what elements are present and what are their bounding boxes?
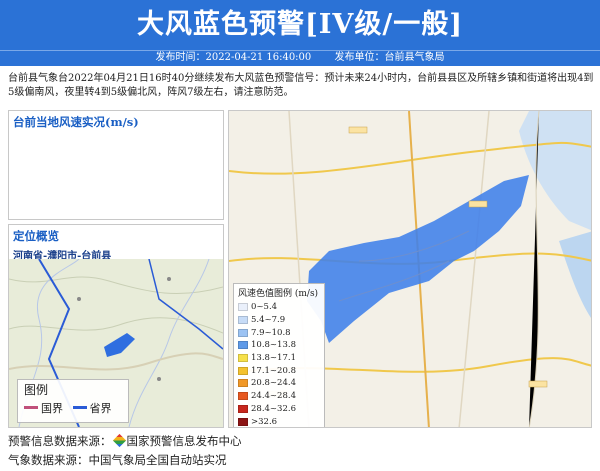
wind-legend-swatch (238, 316, 248, 325)
wind-speed-panel-title: 台前当地风速实况(m/s) (13, 115, 139, 129)
wind-legend-label: >32.6 (251, 416, 278, 427)
wind-legend-label: 7.9~10.8 (251, 327, 291, 338)
footer-weather-source: 气象数据来源：中国气象局全国自动站实况 (8, 453, 227, 467)
country-border-swatch (24, 406, 38, 409)
province-border-swatch (72, 406, 87, 409)
wind-legend-swatch (238, 404, 248, 413)
publish-info-bar: 发布时间：2022-04-21 16:40:00 发布单位：台前县气象局 (0, 50, 600, 66)
legend-label-province-border: 省界 (89, 401, 112, 415)
wind-legend-swatch (238, 392, 248, 401)
release-center-logo-icon (112, 433, 126, 448)
wind-legend-label: 28.4~32.6 (251, 403, 296, 414)
publisher: 发布单位：台前县气象局 (334, 52, 445, 63)
wind-legend-swatch (238, 366, 248, 375)
wind-legend-row: 20.8~24.4 (238, 377, 320, 390)
warning-description: 台前县气象台2022年04月21日16时40分继续发布大风蓝色预警信号：预计未来… (8, 73, 594, 98)
wind-legend-label: 20.8~24.4 (251, 378, 296, 389)
county-wind-map[interactable]: 风速色值图例 (m/s) 0~5.4 5.4~7.9 7.9~10.8 10.8~13… (228, 110, 592, 428)
wind-legend-row: 17.1~20.8 (238, 364, 320, 377)
location-overview-title: 定位概览 (13, 229, 59, 243)
legend-label-country-border: 国界 (41, 401, 63, 415)
warning-source-prefix: 预警信息数据来源： (8, 434, 112, 448)
overview-map[interactable]: 图例 国界 省界 (9, 259, 223, 427)
legend-item-country-border: 国界 (24, 400, 63, 416)
wind-legend-label: 24.4~28.4 (251, 391, 296, 402)
wind-legend-row: >32.6 (238, 415, 320, 427)
wind-legend-row: 28.4~32.6 (238, 403, 320, 416)
wind-legend-swatch (238, 341, 248, 350)
wind-legend-swatch (238, 328, 248, 337)
wind-speed-panel: 台前当地风速实况(m/s) (8, 110, 224, 220)
wind-legend-swatch (238, 354, 248, 363)
wind-speed-color-legend: 风速色值图例 (m/s) 0~5.4 5.4~7.9 7.9~10.8 10.8~13… (233, 283, 325, 427)
wind-legend-label: 5.4~7.9 (251, 315, 286, 326)
legend-item-province-border: 省界 (72, 400, 112, 416)
wind-legend-swatch (238, 417, 248, 426)
wind-legend-row: 13.8~17.1 (238, 352, 320, 365)
wind-legend-row: 5.4~7.9 (238, 314, 320, 327)
location-overview-panel: 定位概览 河南省-濮阳市-台前县 图例 国界 省界 (8, 224, 224, 428)
overview-legend-title: 图例 (24, 383, 49, 397)
wind-legend-row: 7.9~10.8 (238, 326, 320, 339)
footer-warning-source: 预警信息数据来源： 国家预警信息发布中心 (8, 433, 242, 449)
wind-legend-row: 10.8~13.8 (238, 339, 320, 352)
wind-legend-swatch (238, 303, 248, 312)
warning-source-name: 国家预警信息发布中心 (126, 434, 242, 448)
wind-legend-row: 24.4~28.4 (238, 390, 320, 403)
wind-legend-label: 10.8~13.8 (251, 340, 296, 351)
warning-title: 大风蓝色预警[IV级/一般] (137, 9, 463, 40)
wind-legend-swatch (238, 379, 248, 388)
wind-legend-row: 0~5.4 (238, 301, 320, 314)
wind-legend-label: 0~5.4 (251, 302, 278, 313)
overview-legend: 图例 国界 省界 (17, 379, 129, 423)
warning-header: 大风蓝色预警[IV级/一般] (0, 0, 600, 50)
publish-time: 发布时间：2022-04-21 16:40:00 (155, 52, 312, 63)
wind-legend-label: 17.1~20.8 (251, 365, 296, 376)
wind-legend-label: 13.8~17.1 (251, 353, 296, 364)
wind-speed-legend-title: 风速色值图例 (m/s) (238, 289, 319, 299)
